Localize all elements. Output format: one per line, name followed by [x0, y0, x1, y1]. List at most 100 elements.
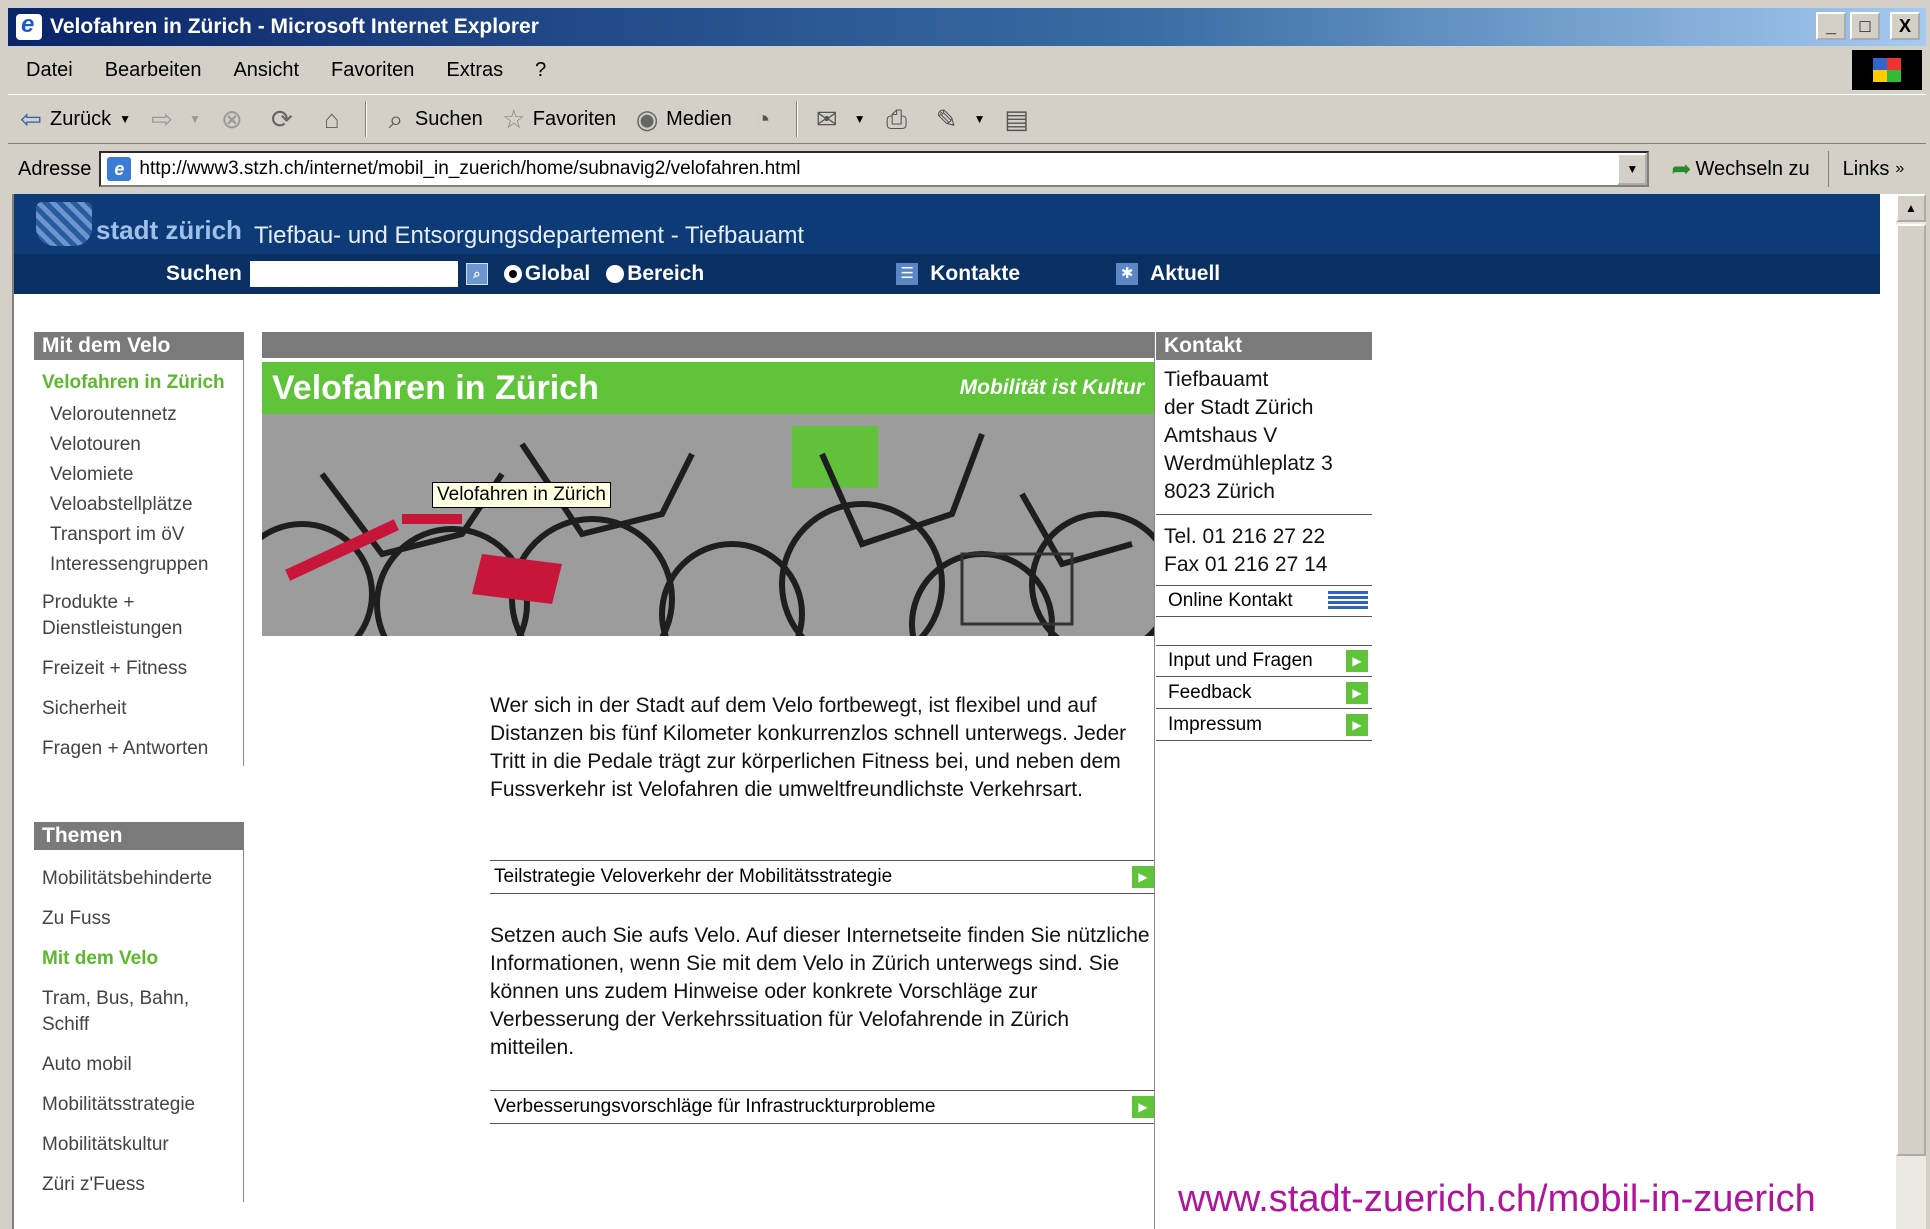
- play-arrow-icon: ▶: [1132, 866, 1154, 888]
- page-viewport: stadt zürich Tiefbau- und Entsorgungsdep…: [12, 194, 1896, 1229]
- discuss-button[interactable]: ▤: [994, 98, 1044, 140]
- nav-item-mit-dem-velo[interactable]: Mit dem Velo: [34, 942, 243, 976]
- favorites-button[interactable]: ☆ Favoriten: [491, 98, 624, 140]
- menu-favoriten[interactable]: Favoriten: [313, 59, 428, 82]
- nav-item-mobilitaetskultur[interactable]: Mobilitätskultur: [34, 1128, 243, 1162]
- kontakte-link[interactable]: ☰ Kontakte: [896, 262, 1020, 286]
- nav-item-velotouren[interactable]: Velotouren: [34, 430, 243, 460]
- address-bar: Adresse e http://www3.stzh.ch/internet/m…: [8, 148, 1926, 190]
- print-button[interactable]: ⎙: [874, 98, 924, 140]
- nav-item-produkte[interactable]: Produkte + Dienstleistungen: [34, 586, 243, 646]
- media-button[interactable]: ◉ Medien: [624, 98, 740, 140]
- nav-item-mobilitaetsstrategie[interactable]: Mobilitätsstrategie: [34, 1088, 243, 1122]
- scroll-thumb[interactable]: [1896, 224, 1926, 1156]
- radio-bereich-label[interactable]: Bereich: [627, 262, 704, 286]
- browser-window: Velofahren in Zürich - Microsoft Interne…: [0, 0, 1930, 1229]
- search-button[interactable]: ⌕ Suchen: [373, 98, 491, 140]
- nav-item-freizeit[interactable]: Freizeit + Fitness: [34, 652, 243, 686]
- nav-themen-section: Themen Mobilitätsbehinderte Zu Fuss Mit …: [34, 822, 244, 1202]
- nav-item-auto-mobil[interactable]: Auto mobil: [34, 1048, 243, 1082]
- favorites-label: Favoriten: [532, 107, 617, 130]
- back-button[interactable]: ⇦ Zurück ▼: [8, 98, 139, 140]
- department-title: Tiefbau- und Entsorgungsdepartement - Ti…: [254, 222, 805, 249]
- menu-help[interactable]: ?: [517, 59, 560, 82]
- link-impressum-label: Impressum: [1168, 713, 1262, 735]
- scroll-up-icon[interactable]: ▲: [1896, 194, 1926, 222]
- search-submit-icon[interactable]: ⌕: [465, 263, 488, 285]
- nav-item-fragen[interactable]: Fragen + Antworten: [34, 732, 243, 766]
- window-controls: _ □ X: [1816, 12, 1920, 40]
- radio-global[interactable]: [503, 265, 522, 283]
- chevron-down-icon[interactable]: ▼: [119, 112, 131, 126]
- menu-ansicht[interactable]: Ansicht: [215, 59, 313, 82]
- history-button[interactable]: ◔: [740, 98, 790, 140]
- nav-item-transport-oev[interactable]: Transport im öV: [34, 520, 243, 550]
- menu-datei[interactable]: Datei: [8, 59, 87, 82]
- toolbar: ⇦ Zurück ▼ ⇨ ▼ ⊗ ⟳ ⌂ ⌕ Suchen ☆ Favorite…: [8, 94, 1926, 144]
- link-feedback[interactable]: Feedback ▶: [1156, 677, 1372, 709]
- stop-button[interactable]: ⊗: [209, 98, 259, 140]
- home-button[interactable]: ⌂: [309, 98, 359, 140]
- left-navigation: Mit dem Velo Velofahren in Zürich Veloro…: [34, 332, 244, 1202]
- nav-item-sicherheit[interactable]: Sicherheit: [34, 692, 243, 726]
- address-dropdown-icon[interactable]: ▼: [1617, 153, 1648, 185]
- goto-label: Wechseln zu: [1695, 157, 1810, 180]
- back-label: Zurück: [50, 107, 112, 130]
- close-button[interactable]: X: [1890, 12, 1920, 40]
- nav-item-mobilitaetsbehinderte[interactable]: Mobilitätsbehinderte: [34, 862, 243, 896]
- contact-form-icon: [1328, 591, 1368, 611]
- maximize-button[interactable]: □: [1850, 12, 1880, 40]
- history-icon: ◔: [754, 104, 771, 134]
- address-url: http://www3.stzh.ch/internet/mobil_in_zu…: [139, 158, 801, 179]
- vertical-scrollbar[interactable]: ▲: [1896, 194, 1926, 1229]
- back-arrow-icon: ⇦: [20, 104, 42, 134]
- aktuell-link[interactable]: ✱ Aktuell: [1116, 262, 1220, 286]
- link-teilstrategie[interactable]: Teilstrategie Veloverkehr der Mobilitäts…: [490, 860, 1154, 894]
- link-impressum[interactable]: Impressum ▶: [1156, 709, 1372, 741]
- nav-heading-themen: Themen: [34, 822, 244, 850]
- chevron-right-icon: »: [1895, 160, 1905, 177]
- mail-button[interactable]: ✉ ▼: [804, 98, 874, 140]
- link-input-fragen[interactable]: Input und Fragen ▶: [1156, 645, 1372, 677]
- radio-global-label[interactable]: Global: [525, 262, 590, 286]
- chevron-down-icon[interactable]: ▼: [974, 112, 986, 126]
- nav-item-zu-fuss[interactable]: Zu Fuss: [34, 902, 243, 936]
- content-top-bar: [262, 332, 1154, 358]
- edit-button[interactable]: ✎ ▼: [924, 98, 994, 140]
- forward-button[interactable]: ⇨ ▼: [139, 98, 209, 140]
- nav-item-veloroutennetz[interactable]: Veloroutennetz: [34, 400, 243, 430]
- site-search-input[interactable]: [249, 261, 458, 287]
- online-contact-label: Online Kontakt: [1168, 590, 1293, 611]
- link-verbesserungsvorschlaege[interactable]: Verbesserungsvorschläge für Infrastruckt…: [490, 1090, 1154, 1124]
- nav-item-zueri-zfuess[interactable]: Züri z'Fuess: [34, 1168, 243, 1202]
- home-icon: ⌂: [324, 104, 340, 134]
- nav-item-tram-bus[interactable]: Tram, Bus, Bahn, Schiff: [34, 982, 243, 1042]
- menu-bearbeiten[interactable]: Bearbeiten: [87, 59, 216, 82]
- nav-item-velomiete[interactable]: Velomiete: [34, 460, 243, 490]
- refresh-button[interactable]: ⟳: [259, 98, 309, 140]
- stadt-zuerich-logo[interactable]: stadt zürich: [36, 202, 242, 246]
- links-button[interactable]: Links »: [1827, 151, 1905, 187]
- menu-bar: Datei Bearbeiten Ansicht Favoriten Extra…: [8, 50, 1926, 90]
- chevron-down-icon[interactable]: ▼: [854, 112, 866, 126]
- address-input[interactable]: e http://www3.stzh.ch/internet/mobil_in_…: [99, 151, 1650, 187]
- nav-item-interessengruppen[interactable]: Interessengruppen: [34, 550, 243, 580]
- kontakte-label: Kontakte: [930, 262, 1021, 285]
- radio-bereich[interactable]: [606, 265, 625, 283]
- nav-item-velofahren[interactable]: Velofahren in Zürich: [34, 366, 243, 400]
- play-arrow-icon: ▶: [1132, 1096, 1154, 1118]
- search-icon: ⌕: [388, 104, 404, 134]
- telephone: Tel. 01 216 27 22: [1164, 525, 1326, 548]
- menu-extras[interactable]: Extras: [428, 59, 517, 82]
- bicycles-illustration: [262, 414, 1154, 636]
- chevron-down-icon[interactable]: ▼: [189, 112, 201, 126]
- online-contact-link[interactable]: Online Kontakt: [1156, 585, 1372, 617]
- minimize-button[interactable]: _: [1816, 12, 1846, 40]
- contact-sidebar: Kontakt Tiefbauamt der Stadt Zürich Amts…: [1156, 332, 1372, 741]
- goto-button[interactable]: ➦ Wechseln zu: [1649, 155, 1821, 184]
- address-line: Tiefbauamt: [1164, 368, 1269, 391]
- address-line: Werdmühleplatz 3: [1164, 452, 1333, 475]
- nav-item-veloabstellplaetze[interactable]: Veloabstellplätze: [34, 490, 243, 520]
- logo-text: stadt zürich: [96, 215, 242, 245]
- nav-list-velo: Velofahren in Zürich Veloroutennetz Velo…: [34, 360, 244, 766]
